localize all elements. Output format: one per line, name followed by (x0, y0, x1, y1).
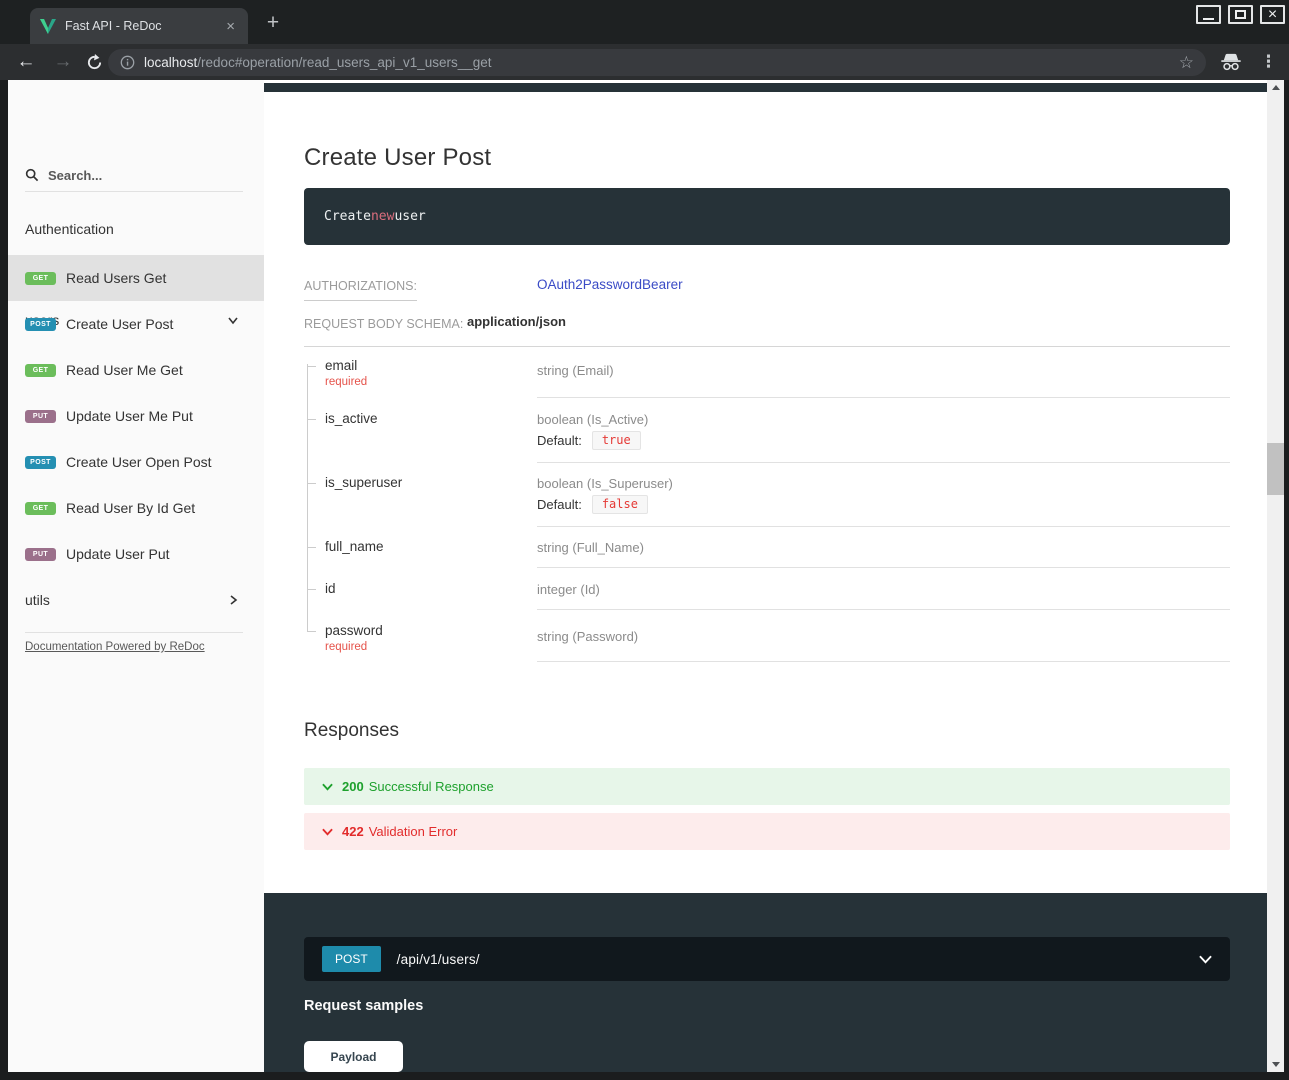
previous-section-panel-edge (264, 83, 1267, 92)
page-scrollbar[interactable] (1267, 80, 1284, 1072)
minimize-icon (1203, 18, 1214, 20)
chevron-down-icon (322, 828, 333, 836)
sidebar-op-create-user-open-post[interactable]: POST Create User Open Post (8, 439, 264, 485)
request-samples-panel: POST /api/v1/users/ Request samples Payl… (264, 893, 1267, 1072)
chevron-down-icon (322, 783, 333, 791)
window-maximize-button[interactable] (1228, 5, 1253, 24)
code-highlight: new (371, 209, 394, 224)
response-200-bar[interactable]: 200 Successful Response (304, 768, 1230, 805)
chevron-right-icon (227, 594, 239, 606)
request-body-schema-label: REQUEST BODY SCHEMA: (304, 317, 463, 331)
search-icon (25, 168, 39, 182)
scroll-up-arrow[interactable] (1267, 80, 1284, 95)
bookmark-star-icon[interactable]: ☆ (1179, 53, 1194, 73)
url-host: localhost (144, 55, 197, 70)
tab-title: Fast API - ReDoc (65, 19, 223, 33)
sidebar-op-update-user-put[interactable]: PUT Update User Put (8, 531, 264, 577)
sidebar-divider (25, 632, 243, 633)
reload-icon (86, 54, 103, 71)
sidebar-item-authentication[interactable]: Authentication (8, 206, 264, 252)
method-badge-post: POST (25, 318, 56, 331)
back-button[interactable]: ← (12, 44, 40, 80)
window-close-button[interactable]: × (1260, 5, 1285, 24)
browser-titlebar: Fast API - ReDoc × + × (0, 0, 1289, 44)
window-minimize-button[interactable] (1196, 5, 1221, 24)
chevron-down-icon (1199, 955, 1212, 964)
operation-description-code: Create new user (304, 188, 1230, 245)
url-path: /redoc#operation/read_users_api_v1_users… (197, 55, 491, 70)
tab-close-icon[interactable]: × (223, 19, 238, 34)
browser-toolbar: ← → localhost/redoc#operation/read_users… (0, 44, 1289, 80)
forward-button[interactable]: → (49, 44, 77, 80)
search-input[interactable] (48, 168, 218, 183)
sidebar-op-read-user-by-id-get[interactable]: GET Read User By Id Get (8, 485, 264, 531)
sidebar-op-update-user-me-put[interactable]: PUT Update User Me Put (8, 393, 264, 439)
scroll-down-arrow[interactable] (1267, 1057, 1284, 1072)
authorizations-label: AUTHORIZATIONS: (304, 279, 417, 301)
sidebar-item-utils[interactable]: utils (8, 577, 264, 623)
favicon-v-icon (40, 19, 56, 34)
url-bar[interactable]: localhost/redoc#operation/read_users_api… (108, 49, 1206, 76)
operation-title: Create User Post (304, 144, 491, 172)
method-badge-put: PUT (25, 548, 56, 561)
close-icon: × (1268, 9, 1277, 21)
maximize-icon (1235, 10, 1246, 19)
sidebar-op-create-user-post[interactable]: POST Create User Post (8, 301, 264, 347)
authorizations-link[interactable]: OAuth2PasswordBearer (537, 277, 683, 292)
sidebar-op-read-users-get[interactable]: GET Read Users Get (8, 255, 264, 301)
default-value-chip: true (592, 431, 641, 450)
reload-button[interactable] (80, 44, 108, 80)
endpoint-dropdown[interactable]: POST /api/v1/users/ (304, 937, 1230, 981)
scrollbar-thumb[interactable] (1267, 443, 1284, 495)
incognito-icon (1220, 53, 1242, 71)
request-body-schema-table: email required string (Email) is_active … (304, 350, 1230, 750)
payload-tab[interactable]: Payload (304, 1041, 403, 1072)
method-badge-put: PUT (25, 410, 56, 423)
browser-tab[interactable]: Fast API - ReDoc × (30, 8, 248, 44)
main-content: Create User Post Create new user AUTHORI… (264, 80, 1267, 1072)
default-value-chip: false (592, 495, 648, 514)
method-badge-get: GET (25, 364, 56, 377)
request-body-content-type: application/json (467, 314, 566, 329)
sidebar-op-read-user-me-get[interactable]: GET Read User Me Get (8, 347, 264, 393)
response-422-bar[interactable]: 422 Validation Error (304, 813, 1230, 850)
redoc-footer-link[interactable]: Documentation Powered by ReDoc (25, 641, 205, 653)
method-chip-post: POST (322, 946, 381, 972)
request-samples-heading: Request samples (304, 998, 423, 1014)
method-badge-post: POST (25, 456, 56, 469)
method-badge-get: GET (25, 272, 56, 285)
site-info-icon[interactable] (120, 55, 135, 70)
schema-tree-line (307, 364, 308, 631)
redoc-sidebar: Authentication login users GET Read User… (8, 80, 264, 1072)
responses-heading: Responses (304, 720, 399, 742)
endpoint-path: /api/v1/users/ (397, 952, 480, 967)
browser-menu-icon[interactable]: ⋮ (1260, 52, 1277, 72)
method-badge-get: GET (25, 502, 56, 515)
new-tab-button[interactable]: + (260, 11, 286, 37)
